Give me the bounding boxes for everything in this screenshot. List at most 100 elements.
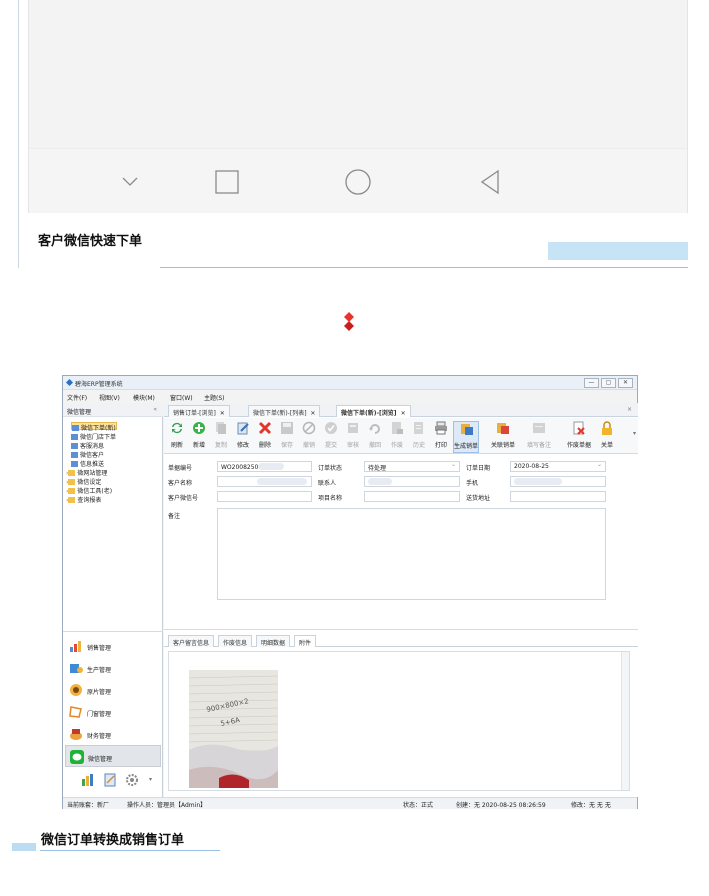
order-date-field[interactable]: 2020-08-25 bbox=[510, 461, 606, 472]
label-customer: 客户名称 bbox=[168, 480, 193, 487]
tree-item-service-msg[interactable]: 客服消息 bbox=[71, 441, 104, 450]
close-order-button[interactable]: 关单 bbox=[596, 421, 618, 453]
label-phone: 手机 bbox=[466, 480, 479, 487]
attachment-photo[interactable]: 900×800×2 5+6A bbox=[189, 670, 278, 788]
circle-icon[interactable] bbox=[343, 167, 373, 197]
close-icon[interactable]: ✕ bbox=[401, 410, 406, 417]
phone-content-area bbox=[29, 0, 687, 148]
order-no-field[interactable]: WO2008250 bbox=[217, 461, 312, 472]
tab-wechat-order-list[interactable]: 微信下单(新)-[列表] ✕ bbox=[248, 405, 321, 417]
label-address: 送货地址 bbox=[466, 495, 491, 502]
module-glass[interactable]: 原片管理 bbox=[65, 679, 161, 701]
tree-item-tools-old[interactable]: › 微信工具(老) bbox=[66, 486, 112, 495]
sidebar-title: 微信管理 bbox=[67, 409, 92, 416]
status-select[interactable]: 待处理 bbox=[364, 461, 460, 472]
tree-item-settings[interactable]: › 微信设定 bbox=[66, 477, 101, 486]
minimize-button[interactable]: — bbox=[584, 378, 599, 388]
module-sales[interactable]: 销售管理 bbox=[65, 635, 161, 657]
remark-icon bbox=[533, 423, 545, 433]
handwritten-note-image: 900×800×2 5+6A bbox=[189, 670, 278, 788]
void-document-button[interactable]: 作废单据 bbox=[566, 421, 592, 453]
detail-tabs: 客户留言信息 作废信息 明细数据 附件 bbox=[164, 633, 638, 647]
contact-field[interactable] bbox=[364, 476, 460, 487]
order-form: 单据编号 WO2008250 订单状态 待处理 订单日期 2020-08-25 … bbox=[164, 455, 638, 625]
close-button[interactable]: ✕ bbox=[618, 378, 633, 388]
tree-item-wechat-customer[interactable]: 微信客户 bbox=[71, 450, 104, 459]
menu-view[interactable]: 视图(V) bbox=[99, 393, 120, 402]
phone-field[interactable] bbox=[510, 476, 606, 487]
module-door-window[interactable]: 门窗管理 bbox=[65, 701, 161, 723]
fill-remark-button[interactable]: 填写备注 bbox=[526, 421, 552, 453]
redacted-text bbox=[514, 478, 562, 485]
status-bar: 当前账套：新厂 操作人员：管理员【Admin】 状态：正式 创建：无 2020-… bbox=[63, 797, 637, 809]
panel-close-icon[interactable]: × bbox=[627, 406, 632, 413]
triangle-back-icon[interactable] bbox=[475, 167, 505, 197]
tab-customer-message[interactable]: 客户留言信息 bbox=[168, 635, 215, 647]
tab-sales-order[interactable]: 销售订单-[浏览] ✕ bbox=[168, 405, 230, 417]
plus-circle-icon bbox=[193, 422, 205, 434]
address-field[interactable] bbox=[510, 491, 606, 502]
finance-icon bbox=[70, 729, 82, 740]
history-icon bbox=[414, 422, 423, 434]
vertical-scrollbar[interactable] bbox=[621, 652, 629, 790]
tab-void-info[interactable]: 作废信息 bbox=[218, 635, 253, 647]
more-dropdown-icon[interactable]: ▾ bbox=[149, 776, 152, 783]
menu-window[interactable]: 窗口(W) bbox=[170, 393, 193, 402]
tree-item-microsite[interactable]: › 微网站管理 bbox=[66, 468, 107, 477]
status-modified: 修改：无 无 无 bbox=[571, 802, 611, 809]
square-home-icon[interactable] bbox=[212, 167, 242, 197]
remark-textarea[interactable] bbox=[217, 508, 606, 600]
attachment-panel: 900×800×2 5+6A bbox=[168, 651, 630, 791]
phone-navigation-bar bbox=[29, 148, 687, 213]
edit-document-icon[interactable] bbox=[103, 773, 117, 787]
gear-icon[interactable] bbox=[125, 773, 139, 787]
tab-attachment[interactable]: 附件 bbox=[294, 635, 317, 647]
label-project: 项目名称 bbox=[318, 495, 343, 502]
maximize-button[interactable]: ▢ bbox=[601, 378, 616, 388]
customer-field[interactable] bbox=[217, 476, 312, 487]
module-production[interactable]: 生产管理 bbox=[65, 657, 161, 679]
toolbar: 刷新 新增 复制 修改 删除 保存 撤销 提交 审核 撤回 作废 历史 打印 生… bbox=[164, 418, 638, 454]
report-shortcut-icon[interactable] bbox=[81, 773, 95, 787]
sidebar-header: 微信管理 « bbox=[63, 403, 163, 417]
close-icon[interactable]: ✕ bbox=[310, 410, 315, 417]
window-title: 碧海ERP管理系统 bbox=[75, 381, 123, 388]
form-icon bbox=[71, 434, 78, 440]
module-wechat[interactable]: 微信管理 bbox=[65, 745, 161, 767]
print-button[interactable]: 打印 bbox=[430, 421, 452, 453]
generate-sales-order-button[interactable]: 生成销单 bbox=[453, 421, 479, 453]
label-status: 订单状态 bbox=[318, 465, 343, 472]
caption-underline bbox=[160, 267, 688, 268]
phone-screen bbox=[28, 0, 688, 213]
chevron-down-icon[interactable] bbox=[115, 167, 145, 197]
audit-icon bbox=[348, 423, 358, 433]
section-caption: 微信订单转换成销售订单 bbox=[41, 833, 185, 848]
tree-item-wechat-order-new[interactable]: 微信下单(新) bbox=[71, 422, 117, 432]
red-diamond-icon bbox=[344, 312, 354, 331]
document-tabs: 销售订单-[浏览] ✕ 微信下单(新)-[列表] ✕ 微信下单(新)-[浏览] … bbox=[164, 403, 638, 417]
toolbar-overflow-icon[interactable]: ▾ bbox=[633, 430, 636, 437]
menu-module[interactable]: 模块(M) bbox=[133, 393, 155, 402]
tree-item-push[interactable]: 信息推送 bbox=[71, 459, 104, 468]
link-sales-order-button[interactable]: 关联销单 bbox=[490, 421, 516, 453]
tree-item-reports[interactable]: › 查询报表 bbox=[66, 495, 101, 504]
generate-order-icon bbox=[461, 424, 473, 435]
collapse-button[interactable]: « bbox=[153, 406, 157, 413]
label-order-no: 单据编号 bbox=[168, 465, 193, 472]
splitter[interactable] bbox=[164, 629, 638, 630]
label-wechat-id: 客户微信号 bbox=[168, 495, 199, 502]
tree-item-store-order[interactable]: 微信门店下单 bbox=[71, 432, 116, 441]
tab-detail-data[interactable]: 明细数据 bbox=[256, 635, 291, 647]
redacted-text bbox=[368, 478, 392, 485]
module-finance[interactable]: 财务管理 bbox=[65, 723, 161, 745]
label-remark: 备注 bbox=[168, 513, 181, 520]
menu-file[interactable]: 文件(F) bbox=[67, 393, 87, 402]
status-account: 当前账套：新厂 bbox=[67, 802, 110, 809]
sidebar: 微信管理 « 微信下单(新) 微信门店下单 客服消息 微信客户 信息推送 › 微网… bbox=[63, 403, 163, 797]
close-icon[interactable]: ✕ bbox=[220, 410, 225, 417]
menu-theme[interactable]: 主题(S) bbox=[204, 393, 225, 402]
wechat-id-field[interactable] bbox=[217, 491, 312, 502]
project-field[interactable] bbox=[364, 491, 460, 502]
tab-wechat-order-browse[interactable]: 微信下单(新)-[浏览] ✕ bbox=[336, 405, 411, 417]
printer-icon bbox=[435, 421, 447, 435]
